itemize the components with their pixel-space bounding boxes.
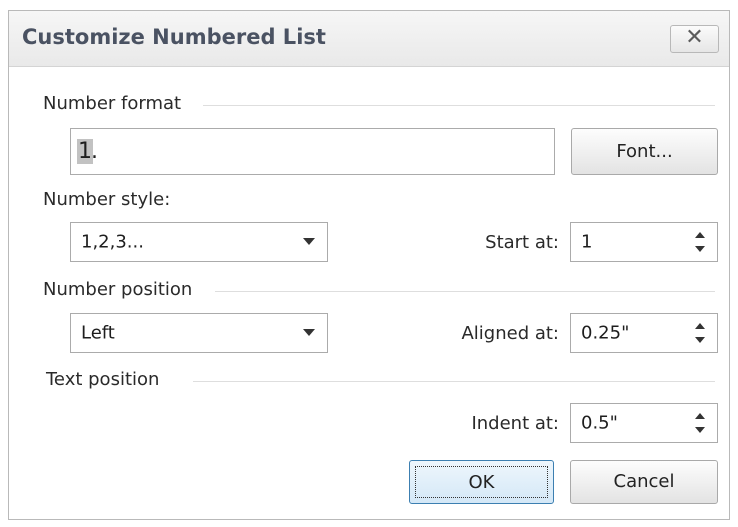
number-format-input[interactable]: 1. bbox=[70, 128, 555, 175]
number-style-value: 1,2,3... bbox=[81, 231, 144, 253]
aligned-at-label: Aligned at: bbox=[461, 323, 559, 344]
start-at-spinner[interactable]: 1 bbox=[570, 222, 718, 262]
title-bar: Customize Numbered List ✕ bbox=[9, 11, 729, 67]
number-style-dropdown[interactable]: 1,2,3... bbox=[70, 222, 328, 262]
start-at-value: 1 bbox=[581, 231, 593, 253]
number-format-separator bbox=[203, 105, 715, 106]
customize-numbered-list-dialog: Customize Numbered List ✕ Number format … bbox=[8, 10, 730, 520]
close-icon: ✕ bbox=[685, 25, 704, 50]
number-position-label: Number position bbox=[43, 279, 193, 300]
dialog-title: Customize Numbered List bbox=[22, 25, 326, 49]
number-format-label: Number format bbox=[43, 93, 182, 114]
ok-button-label: OK bbox=[415, 466, 548, 498]
spin-down-icon[interactable] bbox=[695, 246, 705, 252]
spin-down-icon[interactable] bbox=[695, 337, 705, 343]
spin-up-icon[interactable] bbox=[695, 232, 705, 238]
number-format-suffix: . bbox=[91, 139, 98, 164]
number-position-separator bbox=[215, 291, 715, 292]
number-position-value: Left bbox=[81, 322, 115, 344]
aligned-at-spinner[interactable]: 0.25" bbox=[570, 313, 718, 353]
ok-button[interactable]: OK bbox=[409, 460, 554, 504]
cancel-button[interactable]: Cancel bbox=[570, 460, 718, 504]
chevron-down-icon bbox=[303, 329, 315, 336]
indent-at-label: Indent at: bbox=[471, 413, 559, 434]
font-button[interactable]: Font... bbox=[571, 128, 718, 175]
aligned-at-value: 0.25" bbox=[581, 322, 630, 344]
text-position-separator bbox=[193, 381, 715, 382]
chevron-down-icon bbox=[303, 238, 315, 245]
spin-up-icon[interactable] bbox=[695, 323, 705, 329]
spin-down-icon[interactable] bbox=[695, 427, 705, 433]
number-style-label: Number style: bbox=[43, 189, 171, 210]
close-button[interactable]: ✕ bbox=[670, 25, 719, 53]
spin-up-icon[interactable] bbox=[695, 413, 705, 419]
indent-at-value: 0.5" bbox=[581, 412, 618, 434]
indent-at-spinner[interactable]: 0.5" bbox=[570, 403, 718, 443]
number-position-dropdown[interactable]: Left bbox=[70, 313, 328, 353]
text-position-label: Text position bbox=[46, 369, 160, 390]
start-at-label: Start at: bbox=[485, 232, 559, 253]
